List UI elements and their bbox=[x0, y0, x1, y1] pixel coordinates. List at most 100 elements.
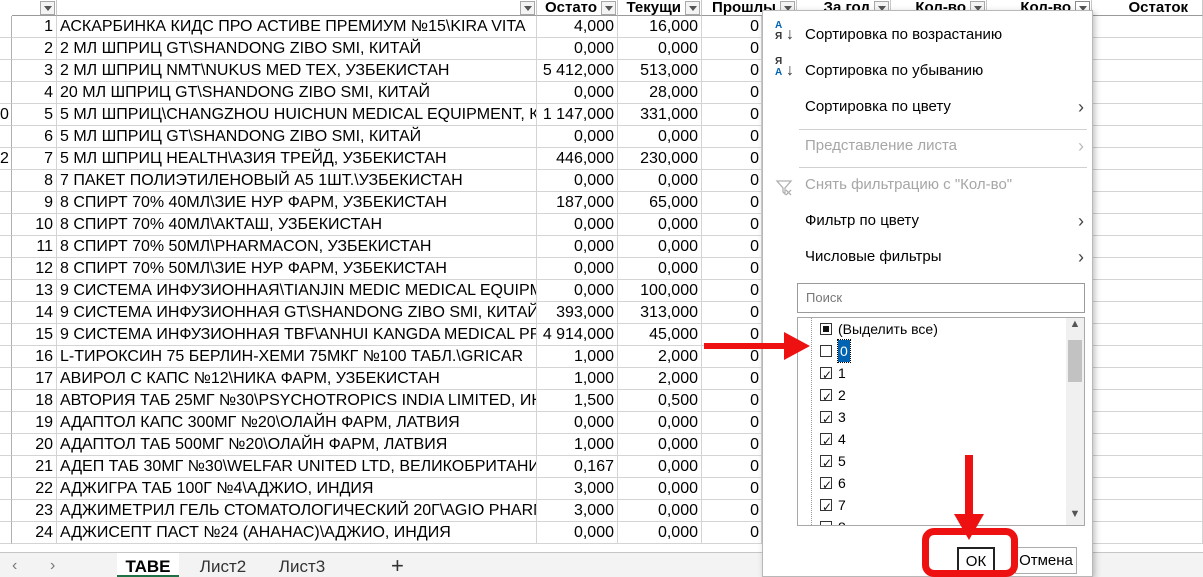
row-header-edge[interactable]: 0 bbox=[0, 104, 12, 126]
previous-cell[interactable]: 0 bbox=[702, 390, 762, 412]
row-number-cell[interactable]: 22 bbox=[12, 478, 57, 500]
current-cell[interactable]: 513,000 bbox=[618, 60, 702, 82]
row-number-cell[interactable]: 10 bbox=[12, 214, 57, 236]
previous-cell[interactable]: 0 bbox=[702, 16, 762, 38]
row-number-cell[interactable]: 15 bbox=[12, 324, 57, 346]
stock-cell[interactable]: 1,000 bbox=[537, 346, 618, 368]
row-number-cell[interactable]: 21 bbox=[12, 456, 57, 478]
remaining-cell[interactable] bbox=[1092, 522, 1203, 544]
row-number-cell[interactable]: 7 bbox=[12, 148, 57, 170]
cancel-button[interactable]: Отмена bbox=[1015, 547, 1077, 574]
current-cell[interactable]: 0,000 bbox=[618, 412, 702, 434]
row-header-edge[interactable] bbox=[0, 478, 12, 500]
stock-cell[interactable]: 0,000 bbox=[537, 170, 618, 192]
product-name-cell[interactable]: АСКАРБИНКА КИДС ПРО АСТИВЕ ПРЕМИУМ №15\K… bbox=[57, 16, 537, 38]
previous-cell[interactable]: 0 bbox=[702, 170, 762, 192]
current-cell[interactable]: 28,000 bbox=[618, 82, 702, 104]
row-number-cell[interactable]: 3 bbox=[12, 60, 57, 82]
scroll-up-icon[interactable]: ▲ bbox=[1066, 318, 1084, 335]
previous-cell[interactable]: 0 bbox=[702, 368, 762, 390]
product-name-cell[interactable]: 20 МЛ ШПРИЦ GT\SHANDONG ZIBO SMI, КИТАЙ bbox=[57, 82, 537, 104]
product-name-cell[interactable]: 8 СПИРТ 70% 40МЛ\ЗИЕ НУР ФАРМ, УЗБЕКИСТА… bbox=[57, 192, 537, 214]
row-number-cell[interactable]: 20 bbox=[12, 434, 57, 456]
current-cell[interactable]: 0,000 bbox=[618, 214, 702, 236]
remaining-cell[interactable] bbox=[1092, 412, 1203, 434]
menu-filter-by-color[interactable]: Фильтр по цвету › bbox=[763, 203, 1092, 239]
row-number-cell[interactable]: 4 bbox=[12, 82, 57, 104]
product-name-cell[interactable]: 8 СПИРТ 70% 40МЛ\АКТАШ, УЗБЕКИСТАН bbox=[57, 214, 537, 236]
current-cell[interactable]: 2,000 bbox=[618, 346, 702, 368]
row-number-cell[interactable]: 9 bbox=[12, 192, 57, 214]
row-header-edge[interactable] bbox=[0, 456, 12, 478]
filter-values-list[interactable]: (Выделить все) 0 1 2 3 4 5 6 7 8 ▲ ▼ bbox=[797, 317, 1085, 526]
row-number-cell[interactable]: 6 bbox=[12, 126, 57, 148]
remaining-cell[interactable] bbox=[1092, 280, 1203, 302]
stock-cell[interactable]: 187,000 bbox=[537, 192, 618, 214]
remaining-cell[interactable] bbox=[1092, 456, 1203, 478]
remaining-cell[interactable] bbox=[1092, 126, 1203, 148]
product-name-cell[interactable]: 2 МЛ ШПРИЦ GT\SHANDONG ZIBO SMI, КИТАЙ bbox=[57, 38, 537, 60]
checkbox[interactable] bbox=[820, 386, 832, 408]
product-name-cell[interactable]: АДЖИГРА ТАБ 100Г №4\АДЖИО, ИНДИЯ bbox=[57, 478, 537, 500]
product-name-cell[interactable]: АДЖИМЕТРИЛ ГЕЛЬ СТОМАТОЛОГИЧЕСКИЙ 20Г\AG… bbox=[57, 500, 537, 522]
previous-cell[interactable]: 0 bbox=[702, 258, 762, 280]
current-cell[interactable]: 0,000 bbox=[618, 500, 702, 522]
menu-number-filters[interactable]: Числовые фильтры › bbox=[763, 239, 1092, 275]
checkbox[interactable] bbox=[820, 345, 832, 357]
filter-dropdown-icon[interactable] bbox=[601, 1, 616, 15]
remaining-cell[interactable] bbox=[1092, 16, 1203, 38]
current-cell[interactable]: 0,000 bbox=[618, 434, 702, 456]
add-sheet-button[interactable]: + bbox=[391, 553, 404, 577]
previous-cell[interactable]: 0 bbox=[702, 104, 762, 126]
row-header-edge[interactable] bbox=[0, 522, 12, 544]
current-cell[interactable]: 230,000 bbox=[618, 148, 702, 170]
previous-cell[interactable]: 0 bbox=[702, 214, 762, 236]
current-cell[interactable]: 65,000 bbox=[618, 192, 702, 214]
stock-cell[interactable]: 0,000 bbox=[537, 280, 618, 302]
tab-scroll-left-icon[interactable]: ‹ bbox=[12, 557, 17, 575]
tab-scroll-right-icon[interactable]: › bbox=[50, 557, 55, 575]
product-name-cell[interactable]: 7 ПАКЕТ ПОЛИЭТИЛЕНОВЫЙ А5 1ШТ.\УЗБЕКИСТА… bbox=[57, 170, 537, 192]
row-header-edge[interactable] bbox=[0, 126, 12, 148]
row-number-cell[interactable]: 8 bbox=[12, 170, 57, 192]
product-name-cell[interactable]: 5 МЛ ШПРИЦ HEALTH\АЗИЯ ТРЕЙД, УЗБЕКИСТАН bbox=[57, 148, 537, 170]
checkbox[interactable] bbox=[820, 452, 832, 474]
stock-cell[interactable]: 5 412,000 bbox=[537, 60, 618, 82]
product-name-cell[interactable]: АДЕП ТАБ 30МГ №30\WELFAR UNITED LTD, ВЕЛ… bbox=[57, 456, 537, 478]
remaining-cell[interactable] bbox=[1092, 478, 1203, 500]
current-cell[interactable]: 0,000 bbox=[618, 478, 702, 500]
row-header-edge[interactable] bbox=[0, 500, 12, 522]
current-cell[interactable]: 0,000 bbox=[618, 170, 702, 192]
previous-cell[interactable]: 0 bbox=[702, 456, 762, 478]
remaining-cell[interactable] bbox=[1092, 192, 1203, 214]
stock-cell[interactable]: 0,000 bbox=[537, 258, 618, 280]
remaining-cell[interactable] bbox=[1092, 346, 1203, 368]
row-number-cell[interactable]: 19 bbox=[12, 412, 57, 434]
row-header-edge[interactable] bbox=[0, 38, 12, 60]
stock-cell[interactable]: 3,000 bbox=[537, 478, 618, 500]
remaining-cell[interactable] bbox=[1092, 368, 1203, 390]
previous-cell[interactable]: 0 bbox=[702, 434, 762, 456]
stock-cell[interactable]: 0,000 bbox=[537, 522, 618, 544]
stock-cell[interactable]: 0,000 bbox=[537, 38, 618, 60]
row-header-edge[interactable] bbox=[0, 60, 12, 82]
row-header-edge[interactable] bbox=[0, 82, 12, 104]
remaining-cell[interactable] bbox=[1092, 170, 1203, 192]
product-name-cell[interactable]: 5 МЛ ШПРИЦ GT\SHANDONG ZIBO SMI, КИТАЙ bbox=[57, 126, 537, 148]
row-header-edge[interactable] bbox=[0, 214, 12, 236]
search-input[interactable]: Поиск bbox=[797, 283, 1085, 313]
previous-cell[interactable]: 0 bbox=[702, 192, 762, 214]
filter-dropdown-icon[interactable] bbox=[40, 1, 55, 15]
previous-cell[interactable]: 0 bbox=[702, 38, 762, 60]
stock-cell[interactable]: 1,500 bbox=[537, 390, 618, 412]
filter-dropdown-icon[interactable] bbox=[685, 1, 700, 15]
stock-cell[interactable]: 0,000 bbox=[537, 82, 618, 104]
checkbox[interactable] bbox=[820, 430, 832, 452]
product-name-cell[interactable]: 8 СПИРТ 70% 50МЛ\PHARMACON, УЗБЕКИСТАН bbox=[57, 236, 537, 258]
stock-cell[interactable]: 1 147,000 bbox=[537, 104, 618, 126]
stock-cell[interactable]: 393,000 bbox=[537, 302, 618, 324]
row-number-cell[interactable]: 2 bbox=[12, 38, 57, 60]
tab-list3[interactable]: Лист3 bbox=[267, 553, 337, 577]
current-cell[interactable]: 0,000 bbox=[618, 456, 702, 478]
column-header-current[interactable]: Текущи bbox=[618, 0, 702, 16]
